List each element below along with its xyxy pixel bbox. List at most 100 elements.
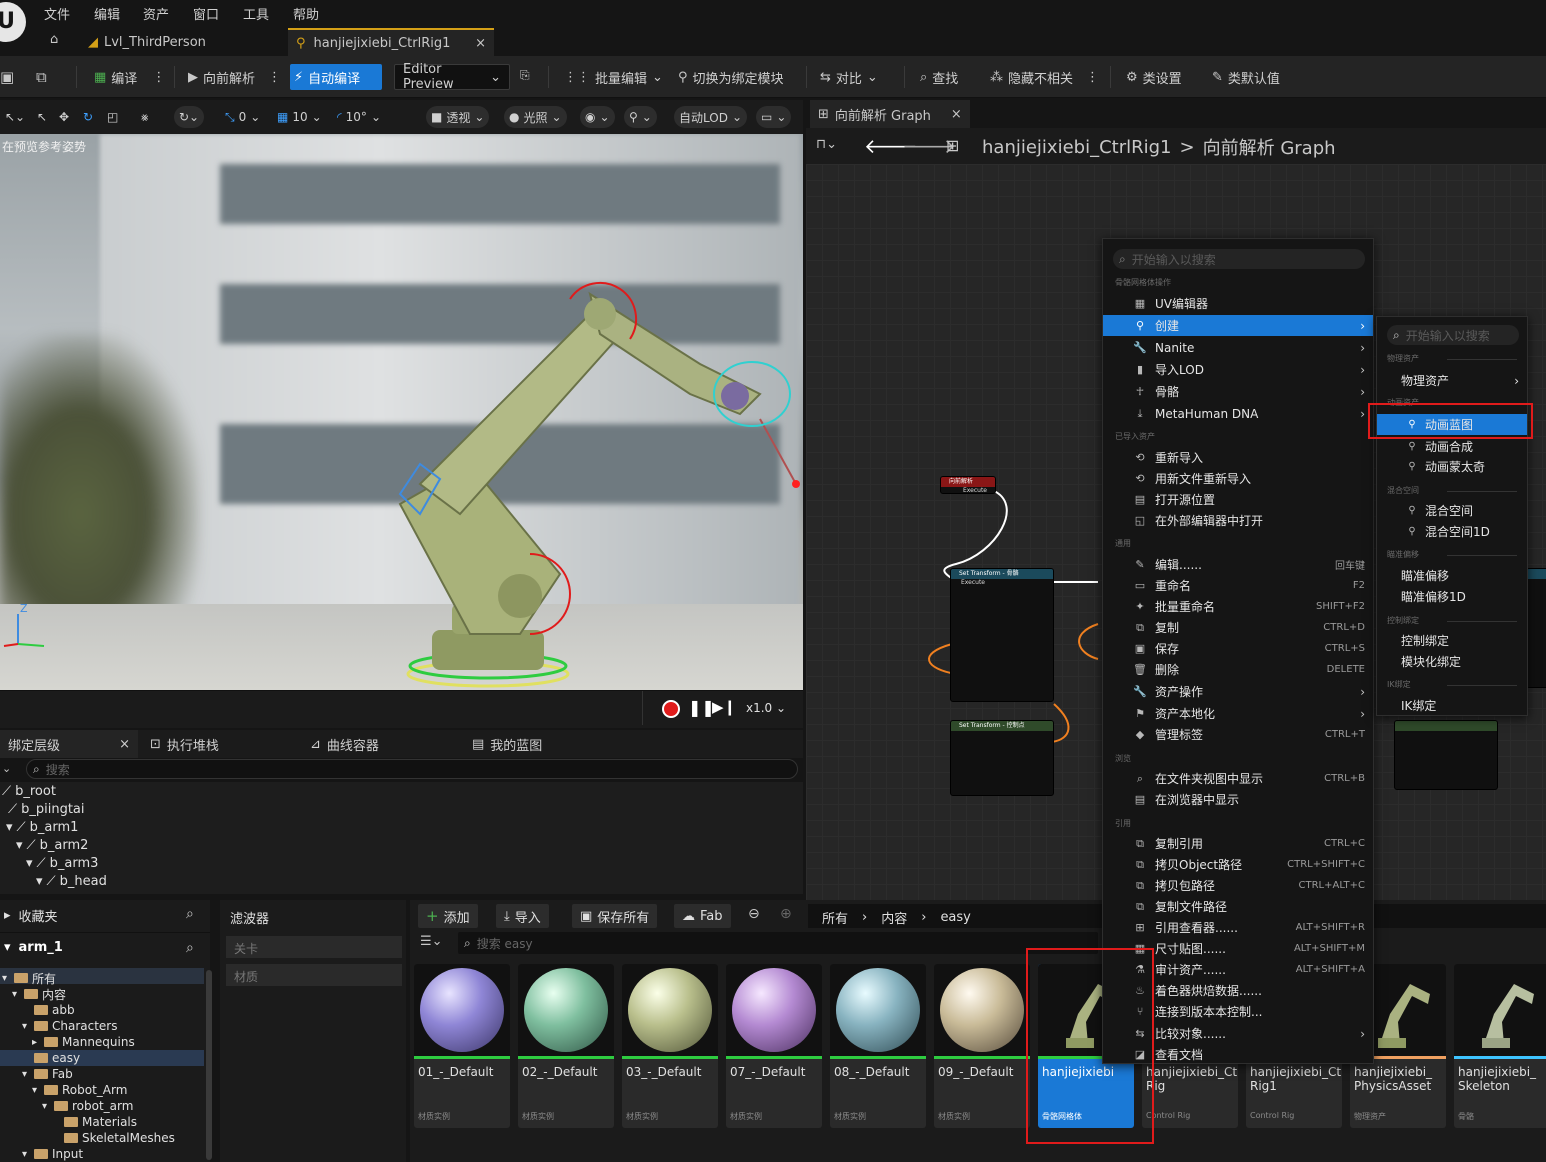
submenu-item-blend-space[interactable]: ⚲ 混合空间 [1377, 500, 1527, 521]
submenu-search-input[interactable]: ⌕ 开始输入以搜索 [1387, 325, 1519, 345]
tab-close-icon[interactable]: × [475, 36, 486, 51]
solve-options-icon[interactable]: ⋮ [268, 70, 281, 85]
submenu-item-anim-blueprint[interactable]: ⚲ 动画蓝图 [1377, 414, 1527, 435]
class-settings-button[interactable]: ⚙ 类设置 [1122, 64, 1186, 90]
context-menu-search-input[interactable]: ⌕ 开始输入以搜索 [1113, 249, 1365, 269]
history-back-icon[interactable]: ⊖ [748, 906, 760, 922]
menu-item-shader-cook-stats[interactable]: ♨ 着色器烘焙数据...... [1103, 980, 1373, 1001]
menu-item-connect-source-control[interactable]: ⑂ 连接到版本本控制... [1103, 1001, 1373, 1022]
rotate-tool-icon[interactable]: ↻ [78, 106, 98, 128]
filter-material[interactable]: 材质 [226, 964, 402, 986]
lighting-button[interactable]: ● 光照 ⌄ [504, 106, 567, 128]
step-forward-icon[interactable]: ▶❙ [712, 698, 736, 716]
tab-curve-container[interactable]: ⊿ 曲线容器 [302, 730, 387, 758]
robot-arm-model[interactable]: Z [0, 134, 803, 690]
preview-asset-icon[interactable]: ⎘ [520, 68, 530, 83]
set-transform-control-node[interactable]: Set Transform - 控制点 [950, 720, 1054, 796]
browse-icon[interactable]: ⧉ [36, 68, 47, 86]
preview-select[interactable]: Editor Preview ⌄ [394, 62, 510, 92]
breadcrumb-graph[interactable]: 向前解析 Graph [1203, 134, 1336, 160]
menu-item-save[interactable]: ▣ 保存 CTRL+S [1103, 638, 1373, 659]
set-transform-node[interactable]: Set Transform - 骨骼 Execute [950, 568, 1054, 702]
viewport[interactable]: Z [0, 134, 803, 690]
tab-execution-stack[interactable]: ⊡ 执行堆栈 [142, 730, 227, 758]
menu-item-copy-package-path[interactable]: ⧉ 拷贝包路径 CTRL+ALT+C [1103, 875, 1373, 896]
favorites-header[interactable]: ▸ 收藏夹 [4, 906, 58, 925]
tree-item-b-root[interactable]: ⟋ b_root [2, 782, 56, 800]
submenu-item-ik-rig[interactable]: IK绑定 [1377, 695, 1527, 716]
forward-solve-button[interactable]: ▶ 向前解析 ⋮ [184, 64, 285, 90]
menu-item-skeleton[interactable]: ☥ 骨骼 › [1103, 381, 1373, 402]
perspective-button[interactable]: ■ 透视 ⌄ [426, 106, 490, 128]
submenu-item-anim-composite[interactable]: ⚲ 动画合成 [1377, 436, 1527, 457]
folder-tree-item[interactable]: Materials [52, 1114, 137, 1130]
menu-tools[interactable]: 工具 [243, 4, 269, 23]
menu-item-show-in-explorer[interactable]: ▤ 在浏览器中显示 [1103, 789, 1373, 810]
rotation-snap-toggle[interactable]: ↻⌄ [174, 106, 205, 128]
menu-item-show-in-folder-view[interactable]: ⌕ 在文件夹视图中显示 CTRL+B [1103, 768, 1373, 789]
tab-close-icon[interactable]: × [119, 737, 130, 752]
history-forward-icon[interactable]: ⊕ [780, 906, 792, 922]
search-icon[interactable]: ⌕ [186, 940, 194, 956]
lod-button[interactable]: 自动LOD ⌄ [674, 106, 748, 128]
folder-tree-item[interactable]: ▾ Robot_Arm [32, 1082, 127, 1098]
pause-icon[interactable]: ❚❚ [688, 698, 715, 717]
tab-my-blueprint[interactable]: ▤ 我的蓝图 [464, 730, 550, 758]
record-icon[interactable] [662, 700, 680, 718]
menu-item-edit[interactable]: ✎ 编辑...... 回车键 [1103, 554, 1373, 575]
menu-item-view-docs[interactable]: ◪ 查看文档 [1103, 1044, 1373, 1065]
menu-item-batch-rename[interactable]: ✦ 批量重命名 SHIFT+F2 [1103, 596, 1373, 617]
execute-pin[interactable]: Execute [951, 579, 1053, 586]
execute-pin[interactable]: Execute [941, 487, 995, 493]
menu-item-reference-viewer[interactable]: ⊞ 引用查看器...... ALT+SHIFT+R [1103, 917, 1373, 938]
asset-tile[interactable]: 01_-_Default 材质实例 [414, 964, 510, 1128]
search-icon[interactable]: ⌕ [186, 906, 194, 922]
submenu-item-control-rig[interactable]: 控制绑定 [1377, 630, 1527, 651]
path-segment[interactable]: 所有 [822, 908, 848, 927]
menu-help[interactable]: 帮助 [293, 4, 319, 23]
scrollbar[interactable] [206, 970, 212, 1160]
scale-tool-icon[interactable]: ◰ [102, 106, 123, 128]
compile-button[interactable]: ▦ 编译 ⋮ [90, 64, 169, 90]
breadcrumb-asset[interactable]: hanjiejixiebi_CtrlRig1 [982, 137, 1172, 158]
fab-button[interactable]: ☁ Fab [674, 904, 731, 928]
menu-item-nanite[interactable]: 🔧 Nanite › [1103, 337, 1373, 358]
tree-item-b-piingtai[interactable]: ⟋ b_piingtai [8, 800, 85, 818]
project-header[interactable]: ▾ arm_1 [4, 940, 63, 955]
tree-item-b-arm1[interactable]: ▾ ⟋ b_arm1 [6, 818, 78, 836]
tab-rig-hierarchy[interactable]: 绑定层级 × [0, 730, 138, 758]
screen-percentage-button[interactable]: ▭ ⌄ [756, 106, 792, 128]
asset-tile[interactable]: 07_-_Default 材质实例 [726, 964, 822, 1128]
graph-node[interactable] [1394, 720, 1498, 790]
path-segment[interactable]: 内容 [881, 908, 907, 927]
menu-item-delete[interactable]: 🗑 删除 DELETE [1103, 659, 1373, 680]
menu-asset[interactable]: 资产 [143, 4, 169, 23]
menu-item-metahuman-dna[interactable]: ⤓ MetaHuman DNA › [1103, 403, 1373, 424]
angle-snap-value[interactable]: ◜ 10° ⌄ [332, 106, 386, 128]
submenu-item-blend-space-1d[interactable]: ⚲ 混合空间1D [1377, 521, 1527, 542]
select-mode-icon[interactable]: ↖⌄ [0, 106, 30, 128]
graph-node[interactable] [1526, 568, 1546, 688]
menu-item-manage-tags[interactable]: ◆ 管理标签 CTRL+T [1103, 724, 1373, 745]
folder-tree-item[interactable]: ▸ Mannequins [32, 1034, 135, 1050]
folder-tree-item[interactable]: SkeletalMeshes [52, 1130, 175, 1146]
menu-item-asset-localization[interactable]: ⚑ 资产本地化 › [1103, 703, 1373, 724]
asset-tile[interactable]: 02_-_Default 材质实例 [518, 964, 614, 1128]
tab-graph[interactable]: ⊞ 向前解析 Graph × [810, 100, 970, 128]
auto-compile-button[interactable]: ⚡ 自动编译 [290, 64, 382, 90]
menu-edit[interactable]: 编辑 [94, 4, 120, 23]
hierarchy-collapse-icon[interactable]: ⌄ [2, 762, 11, 775]
folder-tree-item[interactable]: ▾ 所有 [2, 970, 56, 986]
menu-item-open-source-location[interactable]: ▤ 打开源位置 [1103, 489, 1373, 510]
bookmark-icon[interactable]: ⊓⌄ [816, 137, 837, 152]
menu-item-copy-reference[interactable]: ⧉ 复制引用 CTRL+C [1103, 833, 1373, 854]
tree-item-b-arm3[interactable]: ▾ ⟋ b_arm3 [26, 854, 98, 872]
menu-item-open-external-editor[interactable]: ◱ 在外部编辑器中打开 [1103, 510, 1373, 531]
menu-item-copy-file-path[interactable]: ⧉ 复制文件路径 [1103, 896, 1373, 917]
submenu-item-physics-asset[interactable]: 物理资产 › [1377, 370, 1527, 391]
tab-close-icon[interactable]: × [951, 107, 962, 122]
tab-level[interactable]: ◢ Lvl_ThirdPerson [80, 28, 214, 56]
path-segment[interactable]: easy [940, 910, 970, 925]
menu-item-diff-against[interactable]: ⇆ 比较对象...... › [1103, 1023, 1373, 1044]
folder-tree-item[interactable]: easy [22, 1050, 80, 1066]
